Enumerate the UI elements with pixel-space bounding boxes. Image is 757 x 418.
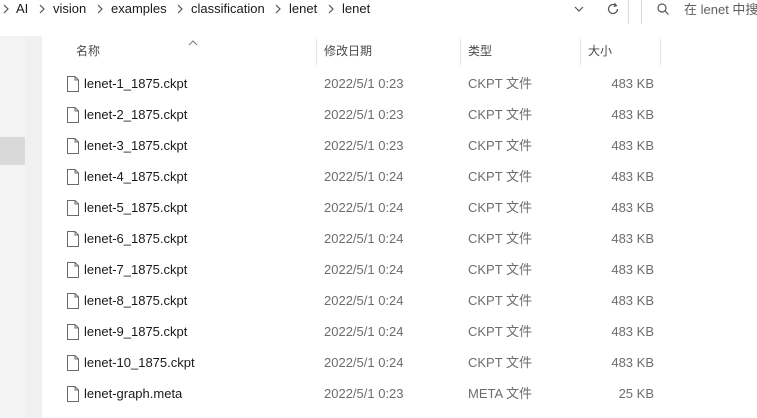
file-type: CKPT 文件: [468, 262, 533, 277]
refresh-icon[interactable]: [605, 1, 621, 17]
table-row[interactable]: lenet-7_1875.ckpt 2022/5/1 0:24 CKPT 文件 483…: [62, 257, 682, 283]
file-size: 483 KB: [611, 107, 654, 122]
table-row[interactable]: lenet-3_1875.ckpt 2022/5/1 0:23 CKPT 文件 483…: [62, 133, 682, 159]
file-name: lenet-3_1875.ckpt: [84, 138, 188, 153]
file-size: 483 KB: [611, 293, 654, 308]
file-name: lenet-4_1875.ckpt: [84, 169, 188, 184]
chevron-right-icon[interactable]: [38, 2, 46, 16]
breadcrumb-item-examples[interactable]: examples: [111, 0, 167, 20]
breadcrumb-item-ai[interactable]: AI: [16, 0, 28, 20]
file-modified-date: 2022/5/1 0:24: [324, 324, 404, 339]
file-type: CKPT 文件: [468, 169, 533, 184]
file-modified-date: 2022/5/1 0:24: [324, 200, 404, 215]
file-icon: [66, 230, 80, 248]
file-modified-date: 2022/5/1 0:24: [324, 231, 404, 246]
table-row[interactable]: lenet-5_1875.ckpt 2022/5/1 0:24 CKPT 文件 483…: [62, 195, 682, 221]
file-size: 483 KB: [611, 231, 654, 246]
table-row[interactable]: lenet-1_1875.ckpt 2022/5/1 0:23 CKPT 文件 483…: [62, 71, 682, 97]
file-type: CKPT 文件: [468, 138, 533, 153]
search-input[interactable]: 在 lenet 中搜: [684, 1, 757, 18]
file-icon: [66, 199, 80, 217]
file-name: lenet-graph.meta: [84, 386, 183, 401]
column-divider[interactable]: [660, 39, 661, 65]
breadcrumb-item-lenet-current[interactable]: lenet: [342, 0, 370, 20]
file-name: lenet-8_1875.ckpt: [84, 293, 188, 308]
file-name: lenet-1_1875.ckpt: [84, 76, 188, 91]
chevron-right-icon[interactable]: [96, 2, 104, 16]
file-size: 25 KB: [618, 386, 654, 401]
column-header-date[interactable]: 修改日期: [324, 42, 372, 62]
table-row[interactable]: lenet-8_1875.ckpt 2022/5/1 0:24 CKPT 文件 483…: [62, 288, 682, 314]
file-name: lenet-10_1875.ckpt: [84, 355, 195, 370]
file-size: 483 KB: [611, 169, 654, 184]
column-divider[interactable]: [316, 39, 317, 65]
file-icon: [66, 323, 80, 341]
table-row[interactable]: lenet-10_1875.ckpt 2022/5/1 0:24 CKPT 文件 48…: [62, 350, 682, 376]
file-size: 483 KB: [611, 200, 654, 215]
file-name: lenet-5_1875.ckpt: [84, 200, 188, 215]
file-name: lenet-9_1875.ckpt: [84, 324, 188, 339]
table-row[interactable]: lenet-9_1875.ckpt 2022/5/1 0:24 CKPT 文件 483…: [62, 319, 682, 345]
breadcrumb-item-classification[interactable]: classification: [191, 0, 265, 20]
column-header-name[interactable]: 名称: [76, 42, 100, 62]
file-icon: [66, 168, 80, 186]
nav-selected-item[interactable]: [0, 137, 25, 165]
file-type: CKPT 文件: [468, 324, 533, 339]
file-name: lenet-6_1875.ckpt: [84, 231, 188, 246]
file-type: CKPT 文件: [468, 355, 533, 370]
column-divider[interactable]: [580, 39, 581, 65]
table-row[interactable]: lenet-graph.meta 2022/5/1 0:23 META 文件 25 K…: [62, 381, 682, 407]
file-type: META 文件: [468, 386, 533, 401]
file-size: 483 KB: [611, 324, 654, 339]
file-list[interactable]: 名称 修改日期 类型 大小 lenet-1_1875.ckpt 2022/5/1 …: [42, 36, 757, 418]
file-modified-date: 2022/5/1 0:23: [324, 386, 404, 401]
file-modified-date: 2022/5/1 0:23: [324, 107, 404, 122]
file-type: CKPT 文件: [468, 76, 533, 91]
file-icon: [66, 385, 80, 403]
file-modified-date: 2022/5/1 0:24: [324, 355, 404, 370]
file-icon: [66, 106, 80, 124]
sort-ascending-icon: [188, 34, 198, 46]
file-name: lenet-7_1875.ckpt: [84, 262, 188, 277]
file-type: CKPT 文件: [468, 293, 533, 308]
file-modified-date: 2022/5/1 0:23: [324, 76, 404, 91]
chevron-right-icon[interactable]: [327, 2, 335, 16]
file-size: 483 KB: [611, 262, 654, 277]
file-type: CKPT 文件: [468, 231, 533, 246]
file-modified-date: 2022/5/1 0:24: [324, 293, 404, 308]
file-modified-date: 2022/5/1 0:23: [324, 138, 404, 153]
table-row[interactable]: lenet-4_1875.ckpt 2022/5/1 0:24 CKPT 文件 483…: [62, 164, 682, 190]
search-icon[interactable]: [656, 2, 672, 18]
column-divider[interactable]: [460, 39, 461, 65]
toolbar-divider: [628, 0, 629, 24]
file-type: CKPT 文件: [468, 200, 533, 215]
file-icon: [66, 261, 80, 279]
chevron-right-icon[interactable]: [176, 2, 184, 16]
file-modified-date: 2022/5/1 0:24: [324, 169, 404, 184]
file-icon: [66, 137, 80, 155]
table-row[interactable]: lenet-2_1875.ckpt 2022/5/1 0:23 CKPT 文件 483…: [62, 102, 682, 128]
chevron-down-icon[interactable]: [571, 1, 587, 17]
breadcrumb-item-vision[interactable]: vision: [53, 0, 86, 20]
breadcrumb-item-lenet[interactable]: lenet: [289, 0, 317, 20]
search-box[interactable]: 在 lenet 中搜: [641, 0, 757, 24]
file-modified-date: 2022/5/1 0:24: [324, 262, 404, 277]
column-header-size[interactable]: 大小: [588, 42, 612, 62]
file-icon: [66, 75, 80, 93]
file-size: 483 KB: [611, 355, 654, 370]
file-type: CKPT 文件: [468, 107, 533, 122]
file-name: lenet-2_1875.ckpt: [84, 107, 188, 122]
file-size: 483 KB: [611, 76, 654, 91]
table-row[interactable]: lenet-6_1875.ckpt 2022/5/1 0:24 CKPT 文件 483…: [62, 226, 682, 252]
navigation-scrollbar[interactable]: [26, 36, 42, 418]
file-icon: [66, 292, 80, 310]
file-size: 483 KB: [611, 138, 654, 153]
column-header-type[interactable]: 类型: [468, 42, 492, 62]
chevron-right-icon[interactable]: [2, 2, 10, 16]
chevron-right-icon[interactable]: [274, 2, 282, 16]
file-icon: [66, 354, 80, 372]
